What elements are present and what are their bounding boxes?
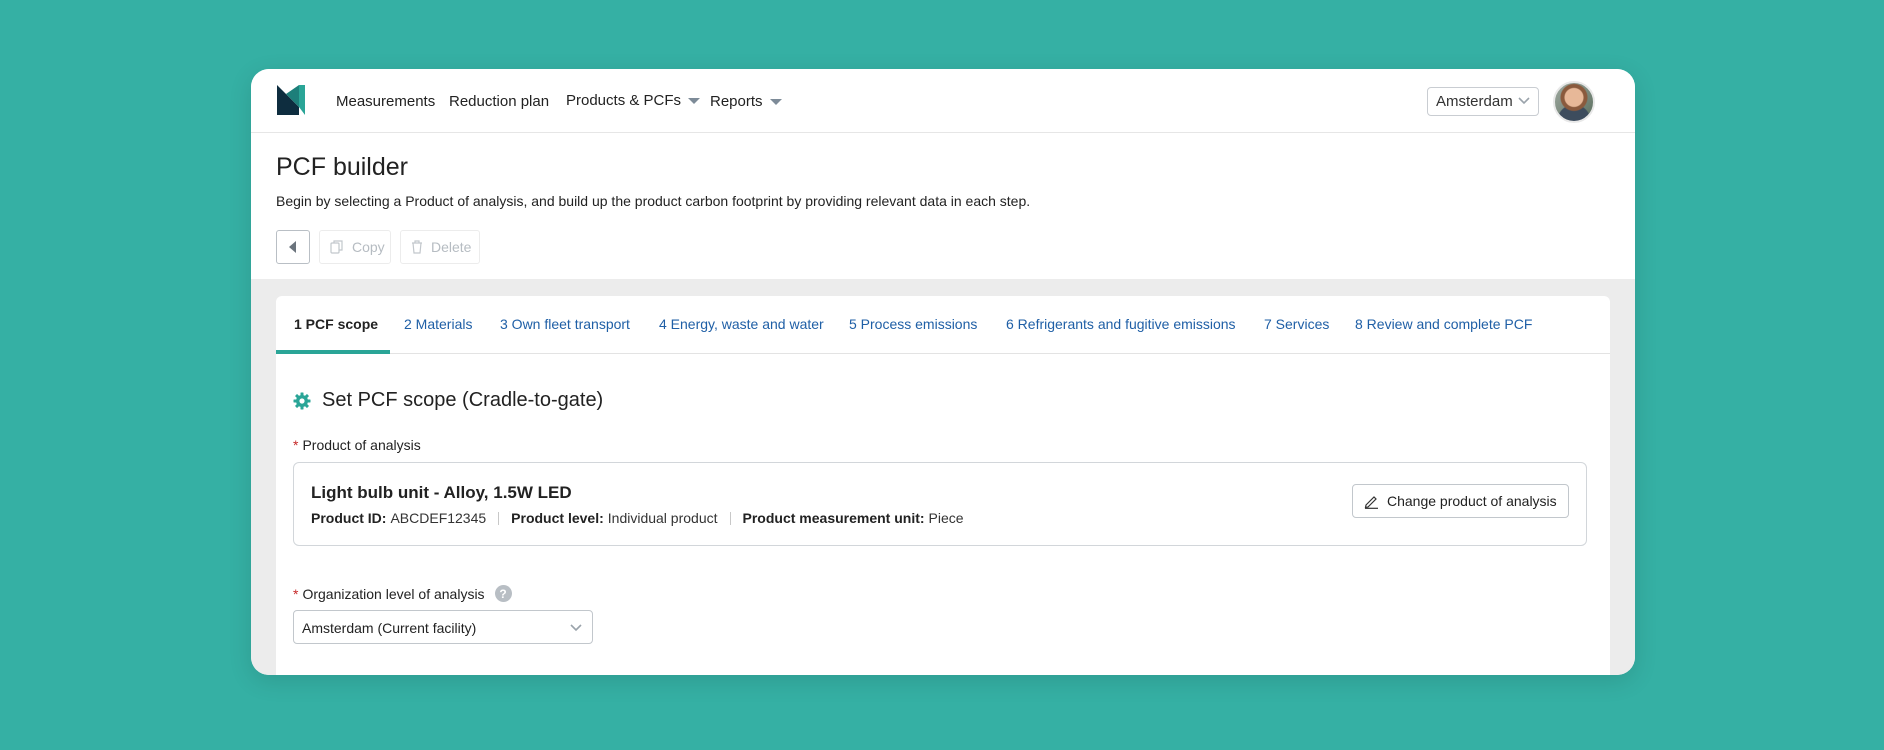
product-unit-value: Piece: [928, 510, 964, 526]
facility-select-value: Amsterdam: [1436, 93, 1513, 110]
nav-reports-label: Reports: [710, 93, 763, 110]
copy-button[interactable]: Copy: [319, 230, 391, 264]
product-unit-label: Product measurement unit:: [742, 510, 925, 526]
app-window: Measurements Reduction plan Products & P…: [251, 69, 1635, 675]
user-avatar[interactable]: [1553, 81, 1595, 123]
pcf-card: 1 PCF scope 2 Materials 3 Own fleet tran…: [276, 296, 1610, 675]
product-meta: Product ID: ABCDEF12345 Product level: I…: [311, 510, 964, 526]
nav-reports[interactable]: Reports: [710, 93, 782, 110]
product-id-value: ABCDEF12345: [390, 510, 487, 526]
active-tab-indicator: [276, 350, 390, 354]
caret-down-icon: [769, 98, 782, 105]
meta-divider: [729, 511, 731, 525]
pencil-icon: [1364, 494, 1379, 509]
copy-button-label: Copy: [352, 239, 385, 255]
chevron-down-icon: [570, 624, 582, 632]
nav-reduction-plan[interactable]: Reduction plan: [449, 93, 549, 110]
back-button[interactable]: [276, 230, 310, 264]
product-card: Light bulb unit - Alloy, 1.5W LED Produc…: [293, 462, 1587, 546]
page-description: Begin by selecting a Product of analysis…: [276, 193, 1031, 209]
delete-button-label: Delete: [431, 239, 472, 255]
org-level-value: Amsterdam (Current facility): [302, 620, 477, 636]
change-product-label: Change product of analysis: [1387, 493, 1557, 509]
required-marker: *: [293, 585, 299, 602]
nav-reduction-plan-label: Reduction plan: [449, 93, 550, 110]
product-label-text: Product of analysis: [302, 437, 421, 453]
nav-products-pcfs[interactable]: Products & PCFs: [566, 92, 701, 109]
change-product-button[interactable]: Change product of analysis: [1352, 484, 1569, 518]
org-level-label: * Organization level of analysis ?: [293, 585, 512, 602]
delete-button[interactable]: Delete: [400, 230, 480, 264]
tab-process-emissions[interactable]: 5 Process emissions: [849, 316, 977, 332]
org-label-text: Organization level of analysis: [302, 585, 485, 602]
product-level-value: Individual product: [607, 510, 718, 526]
section-title: Set PCF scope (Cradle-to-gate): [293, 389, 603, 412]
meta-divider: [498, 511, 500, 525]
page-title: PCF builder: [276, 153, 408, 181]
product-level-label: Product level:: [511, 510, 604, 526]
product-id-label: Product ID:: [311, 510, 387, 526]
top-nav: Measurements Reduction plan Products & P…: [251, 69, 1635, 133]
nav-measurements[interactable]: Measurements: [336, 93, 435, 110]
tab-services[interactable]: 7 Services: [1264, 316, 1329, 332]
tab-materials[interactable]: 2 Materials: [404, 316, 472, 332]
brand-logo-icon[interactable]: [277, 85, 305, 115]
product-name: Light bulb unit - Alloy, 1.5W LED: [311, 483, 572, 502]
tab-pcf-scope[interactable]: 1 PCF scope: [294, 316, 378, 332]
caret-down-icon: [688, 97, 701, 104]
tab-energy-waste-water[interactable]: 4 Energy, waste and water: [659, 316, 824, 332]
help-icon[interactable]: ?: [494, 585, 512, 602]
tab-refrigerants[interactable]: 6 Refrigerants and fugitive emissions: [1006, 316, 1236, 332]
gear-icon: [293, 392, 311, 410]
chevron-down-icon: [1518, 97, 1530, 105]
content-area: 1 PCF scope 2 Materials 3 Own fleet tran…: [251, 279, 1635, 675]
trash-icon: [411, 240, 423, 254]
tab-review-complete[interactable]: 8 Review and complete PCF: [1355, 316, 1532, 332]
step-tabs: 1 PCF scope 2 Materials 3 Own fleet tran…: [276, 296, 1610, 354]
copy-icon: [330, 240, 344, 254]
nav-measurements-label: Measurements: [336, 93, 436, 110]
caret-left-icon: [289, 241, 296, 253]
page-header: PCF builder Begin by selecting a Product…: [251, 133, 1635, 279]
required-marker: *: [293, 437, 299, 453]
section-title-text: Set PCF scope (Cradle-to-gate): [322, 389, 604, 411]
product-of-analysis-label: * Product of analysis: [293, 437, 421, 453]
org-level-select[interactable]: Amsterdam (Current facility): [293, 610, 593, 644]
facility-select[interactable]: Amsterdam: [1427, 87, 1539, 116]
nav-products-pcfs-label: Products & PCFs: [566, 92, 682, 109]
tab-own-fleet-transport[interactable]: 3 Own fleet transport: [500, 316, 630, 332]
